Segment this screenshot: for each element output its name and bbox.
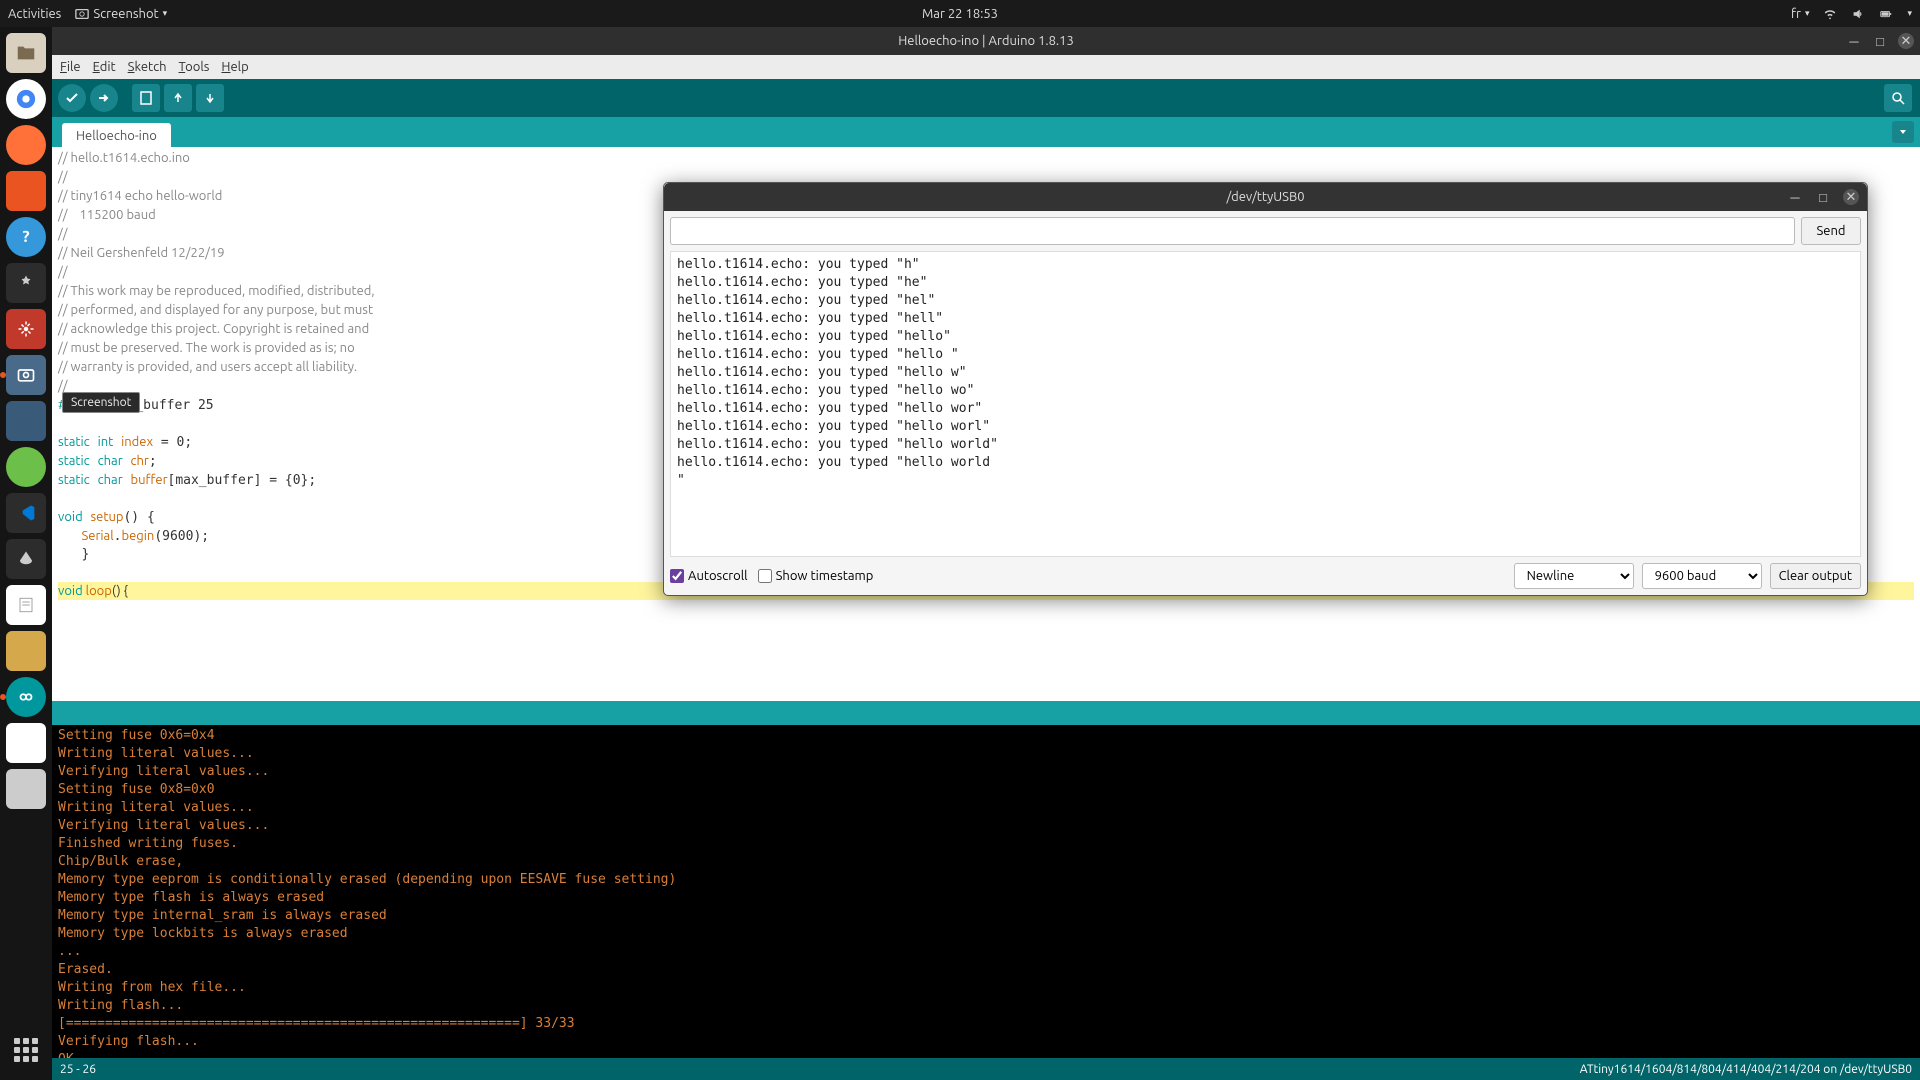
gnome-dock: ? — [0, 27, 52, 1080]
lang-indicator[interactable]: fr▾ — [1791, 7, 1809, 21]
serial-titlebar[interactable]: /dev/ttyUSB0 ─ □ ✕ — [664, 183, 1867, 211]
dock-app-files[interactable] — [6, 33, 46, 73]
menu-sketch[interactable]: Sketch — [128, 60, 167, 74]
dock-app-settings[interactable] — [6, 309, 46, 349]
clear-output-button[interactable]: Clear output — [1770, 563, 1861, 589]
menu-help[interactable]: Help — [221, 60, 248, 74]
volume-icon[interactable] — [1851, 7, 1865, 21]
tab-menu-button[interactable] — [1892, 121, 1914, 143]
serial-title: /dev/ttyUSB0 — [1226, 190, 1304, 204]
dock-app-texteditor[interactable] — [6, 585, 46, 625]
dock-app-firefox[interactable] — [6, 125, 46, 165]
baud-select[interactable]: 9600 baud — [1642, 563, 1762, 589]
dock-app-arduino[interactable] — [6, 677, 46, 717]
screenshot-app-icon — [75, 7, 89, 21]
board-port-label: ATtiny1614/1604/814/804/414/404/214/204 … — [1580, 1063, 1912, 1076]
dock-app-inkscape[interactable] — [6, 539, 46, 579]
toolbar — [52, 79, 1920, 117]
close-button[interactable]: ✕ — [1898, 33, 1914, 49]
build-console[interactable]: Setting fuse 0x6=0x4 Writing literal val… — [52, 725, 1920, 1058]
chevron-down-icon: ▾ — [163, 8, 168, 19]
save-button[interactable] — [196, 84, 224, 112]
dock-app-libreoffice[interactable] — [6, 631, 46, 671]
autoscroll-checkbox[interactable]: Autoscroll — [670, 569, 748, 583]
battery-icon[interactable] — [1879, 7, 1893, 21]
dock-app-vscode[interactable] — [6, 493, 46, 533]
system-menu-chevron-icon[interactable]: ▾ — [1907, 8, 1912, 19]
serial-maximize-button[interactable]: □ — [1815, 189, 1831, 205]
status-bar: 25 - 26 ATtiny1614/1604/814/804/414/404/… — [52, 1058, 1920, 1080]
dock-app-slack[interactable] — [6, 723, 46, 763]
open-button[interactable] — [164, 84, 192, 112]
serial-monitor-window: /dev/ttyUSB0 ─ □ ✕ Send hello.t1614.echo… — [663, 182, 1868, 596]
serial-close-button[interactable]: ✕ — [1843, 189, 1859, 205]
clock[interactable]: Mar 22 18:53 — [922, 7, 998, 21]
serial-input[interactable] — [670, 217, 1795, 245]
menu-tools[interactable]: Tools — [179, 60, 210, 74]
window-title: Helloecho-ino | Arduino 1.8.13 — [898, 34, 1074, 48]
dock-app-screenshot[interactable] — [6, 355, 46, 395]
timestamp-checkbox[interactable]: Show timestamp — [758, 569, 874, 583]
window-titlebar[interactable]: Helloecho-ino | Arduino 1.8.13 ─ □ ✕ — [52, 27, 1920, 55]
activities-button[interactable]: Activities — [8, 7, 61, 21]
new-button[interactable] — [132, 84, 160, 112]
serial-minimize-button[interactable]: ─ — [1787, 189, 1803, 205]
maximize-button[interactable]: □ — [1872, 33, 1888, 49]
dock-app-gnome[interactable] — [6, 447, 46, 487]
dock-app-chrome[interactable] — [6, 79, 46, 119]
menu-file[interactable]: File — [60, 60, 81, 74]
tab-helloecho[interactable]: Helloecho-ino — [62, 123, 171, 147]
dock-tooltip: Screenshot — [62, 392, 140, 413]
dock-app-monitor[interactable] — [6, 401, 46, 441]
status-band — [52, 701, 1920, 725]
verify-button[interactable] — [58, 84, 86, 112]
menu-edit[interactable]: Edit — [93, 60, 116, 74]
app-menu-label: Screenshot — [93, 7, 158, 21]
gnome-topbar: Activities Screenshot ▾ Mar 22 18:53 fr▾… — [0, 0, 1920, 27]
show-applications-button[interactable] — [6, 1030, 46, 1070]
cursor-position: 25 - 26 — [60, 1063, 96, 1076]
menubar: File Edit Sketch Tools Help — [52, 55, 1920, 79]
app-menu[interactable]: Screenshot ▾ — [75, 7, 167, 21]
minimize-button[interactable]: ─ — [1846, 33, 1862, 49]
dock-app-help[interactable]: ? — [6, 217, 46, 257]
serial-output[interactable]: hello.t1614.echo: you typed "h" hello.t1… — [670, 251, 1861, 557]
upload-button[interactable] — [90, 84, 118, 112]
send-button[interactable]: Send — [1801, 217, 1861, 245]
dock-app-tweaks[interactable] — [6, 263, 46, 303]
wifi-icon[interactable] — [1823, 7, 1837, 21]
dock-app-software[interactable] — [6, 171, 46, 211]
tab-bar: Helloecho-ino — [52, 117, 1920, 147]
serial-monitor-button[interactable] — [1884, 84, 1912, 112]
line-ending-select[interactable]: Newline — [1514, 563, 1634, 589]
dock-app-usb[interactable] — [6, 769, 46, 809]
